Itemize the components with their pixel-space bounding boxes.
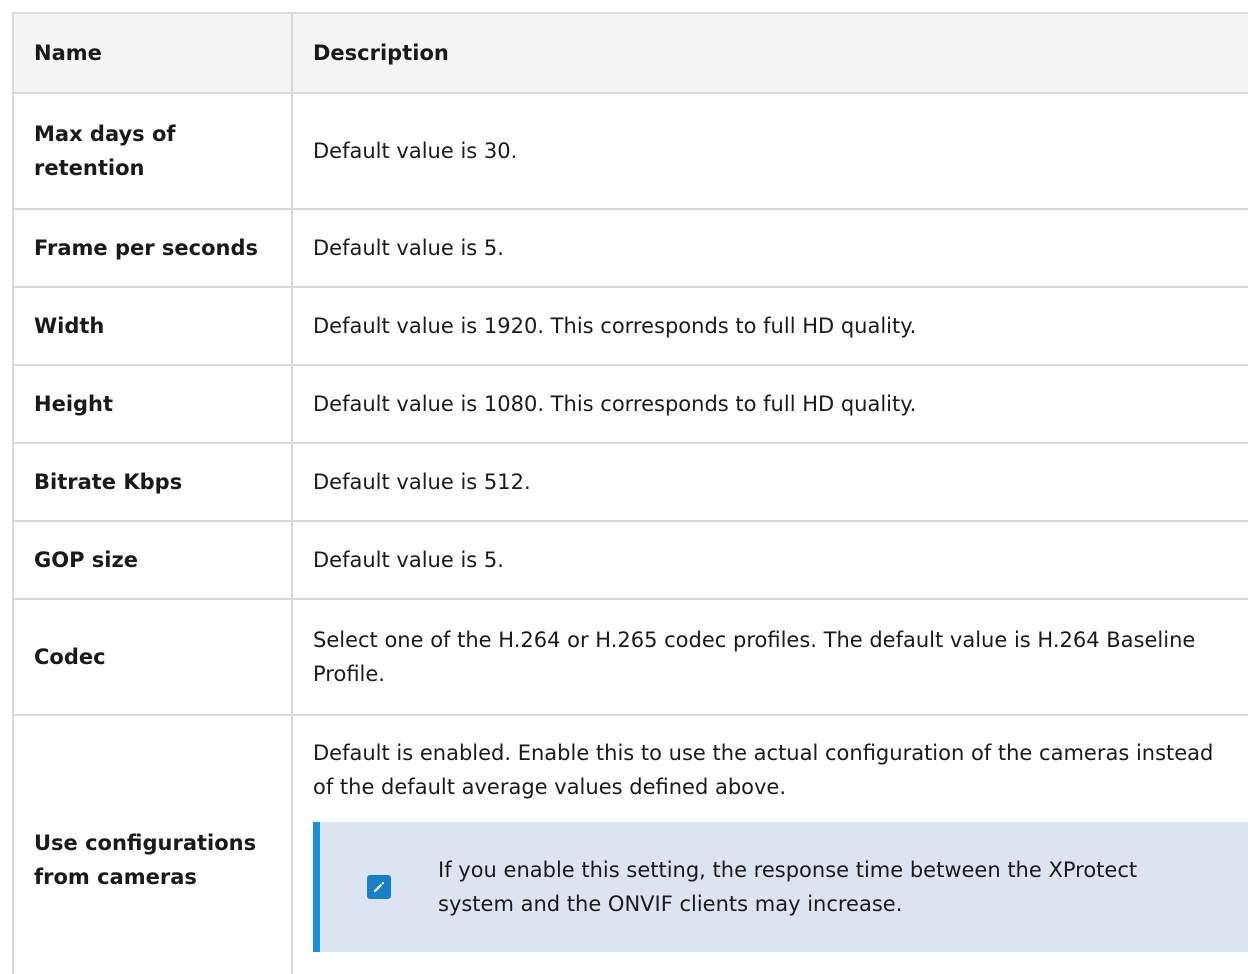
table-row: Max days of retention Default value is 3… xyxy=(12,92,1248,210)
row-description: Default value is 1920. This corresponds … xyxy=(291,286,1248,366)
note-text: If you enable this setting, the response… xyxy=(438,858,1138,916)
table-header: Name Description xyxy=(12,12,1248,94)
row-name: GOP size xyxy=(12,520,293,600)
row-description: Default is enabled. Enable this to use t… xyxy=(313,741,1214,799)
note-box: If you enable this setting, the response… xyxy=(313,822,1248,952)
table-row: Height Default value is 1080. This corre… xyxy=(12,364,1248,444)
row-name: Max days of retention xyxy=(12,92,293,210)
header-name: Name xyxy=(12,12,293,94)
row-description: Default value is 5. xyxy=(291,208,1248,288)
row-name: Frame per seconds xyxy=(12,208,293,288)
table-body: Max days of retention Default value is 3… xyxy=(12,92,1248,974)
table-row: Use configurations from cameras Default … xyxy=(12,714,1248,974)
page: Name Description Max days of retention D… xyxy=(12,12,1248,974)
table-row: Codec Select one of the H.264 or H.265 c… xyxy=(12,598,1248,716)
row-description: Select one of the H.264 or H.265 codec p… xyxy=(291,598,1248,716)
row-name: Width xyxy=(12,286,293,366)
header-description: Description xyxy=(291,12,1248,94)
row-name: Height xyxy=(12,364,293,444)
row-description: Default value is 30. xyxy=(291,92,1248,210)
row-description: Default value is 512. xyxy=(291,442,1248,522)
table-row: Frame per seconds Default value is 5. xyxy=(12,208,1248,288)
table-row: GOP size Default value is 5. xyxy=(12,520,1248,600)
row-name: Codec xyxy=(12,598,293,716)
settings-table: Name Description Max days of retention D… xyxy=(12,12,1248,974)
row-description: Default value is 5. xyxy=(291,520,1248,600)
table-row: Width Default value is 1920. This corres… xyxy=(12,286,1248,366)
row-description-cell: Default is enabled. Enable this to use t… xyxy=(291,714,1248,974)
table-row: Bitrate Kbps Default value is 512. xyxy=(12,442,1248,522)
row-description: Default value is 1080. This corresponds … xyxy=(291,364,1248,444)
row-name: Bitrate Kbps xyxy=(12,442,293,522)
note-icon-wrap xyxy=(320,875,438,899)
row-name: Use configurations from cameras xyxy=(12,714,293,974)
pencil-edit-icon xyxy=(367,875,391,899)
